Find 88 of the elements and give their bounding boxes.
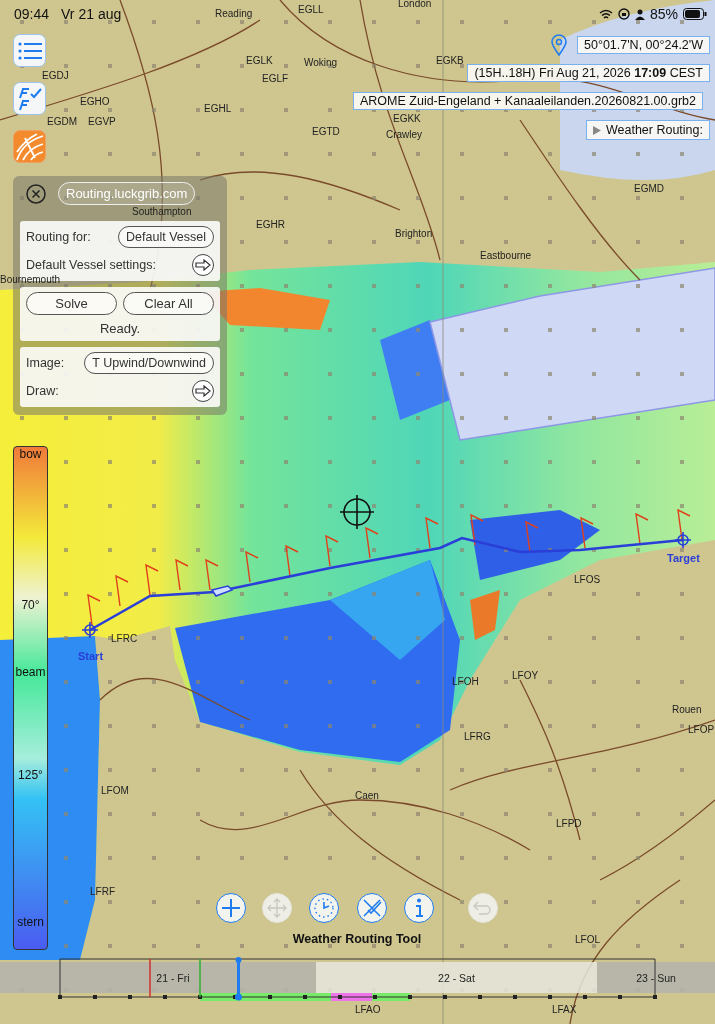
routing-status: Ready. — [98, 321, 142, 336]
disclosure-triangle-icon — [592, 125, 601, 135]
undo-icon — [473, 900, 493, 916]
place-label: Crawley — [386, 129, 423, 141]
boat-icon — [210, 585, 234, 597]
place-label: LFOM — [101, 785, 129, 797]
place-label: LFOP — [688, 724, 715, 736]
status-time: 09:44 — [14, 6, 50, 22]
wind-lines-icon — [14, 131, 45, 162]
place-label: EGLK — [246, 55, 273, 67]
arrow-right-icon — [195, 259, 211, 271]
checklist-icon — [16, 85, 43, 112]
solve-button[interactable]: Solve — [26, 292, 117, 315]
battery-percentage: 85% — [649, 6, 678, 22]
battery-icon — [683, 8, 707, 20]
close-icon — [26, 183, 46, 204]
place-label: Reading — [215, 8, 253, 20]
draw-label: Draw: — [26, 384, 59, 398]
time-cursor-handle[interactable] — [235, 957, 242, 1001]
position-readout: 50°01.7'N, 00°24.2'W — [577, 36, 710, 54]
target-marker-icon — [674, 531, 692, 549]
place-label: LFRC — [111, 633, 138, 645]
close-button[interactable] — [26, 183, 46, 204]
place-label: EGMD — [634, 183, 664, 195]
place-label: LFOY — [512, 670, 539, 682]
place-label: EGHO — [80, 96, 110, 108]
place-label: EGKK — [393, 113, 421, 125]
scale-label: bow — [19, 447, 42, 461]
info-icon — [414, 898, 424, 918]
clock-icon — [313, 897, 335, 919]
list-icon — [17, 41, 42, 60]
tool-title: Weather Routing Tool — [292, 932, 422, 946]
place-label: EGDJ — [42, 70, 69, 82]
place-label: London — [398, 0, 432, 10]
plus-icon — [222, 899, 240, 917]
cross-check-icon — [361, 897, 383, 919]
place-label: EGKB — [436, 55, 464, 67]
place-label: Caen — [355, 790, 379, 802]
place-label: Bournemouth — [0, 274, 61, 286]
crosshair-icon — [339, 494, 375, 530]
place-label: Southampton — [132, 206, 192, 218]
rotation-lock-icon — [617, 8, 630, 20]
clear-all-button[interactable]: Clear All — [123, 292, 214, 315]
place-label: LFAX — [552, 1004, 577, 1016]
time-window-readout: (15H..18H) Fri Aug 21, 2026 17:09 CEST — [467, 64, 710, 82]
status-date: Vr 21 aug — [61, 6, 122, 22]
vessel-settings-button[interactable] — [192, 254, 214, 276]
layers-check-button[interactable] — [13, 82, 46, 115]
place-label: Rouen — [672, 704, 702, 716]
start-marker-icon — [81, 621, 99, 639]
place-label: Woking — [304, 57, 338, 69]
day-label: 23 - Sun — [636, 971, 676, 984]
scale-label: stern — [17, 914, 44, 929]
person-icon — [634, 8, 645, 20]
place-label: LFAO — [355, 1004, 381, 1016]
place-label: EGTD — [312, 126, 340, 138]
place-label: EGLF — [262, 73, 289, 85]
place-label: LFOS — [574, 574, 601, 586]
routing-for-label: Routing for: — [26, 230, 91, 244]
draw-button[interactable] — [192, 380, 214, 402]
wifi-icon — [598, 8, 613, 20]
arrow-right-icon — [195, 385, 211, 397]
place-label: EGHL — [204, 103, 232, 115]
image-type-button[interactable]: T Upwind/Downwind — [84, 352, 214, 374]
routing-layer-button[interactable] — [13, 130, 46, 163]
day-label: 22 - Sat — [438, 971, 475, 984]
place-label: EGHR — [256, 219, 285, 231]
place-label: LFOL — [575, 934, 600, 946]
weather-routing-toggle[interactable]: Weather Routing: — [585, 120, 710, 140]
location-pin-icon — [550, 34, 568, 56]
list-button[interactable] — [13, 34, 46, 67]
move-arrows-icon — [267, 898, 287, 918]
scale-label: beam — [15, 665, 46, 680]
place-label: EGVP — [88, 116, 116, 128]
day-label: 21 - Fri — [156, 971, 190, 984]
place-label: EGLL — [298, 4, 324, 16]
route-marker-label: Target — [667, 552, 700, 564]
image-label: Image: — [26, 356, 65, 370]
place-label: LFRG — [464, 731, 491, 743]
vessel-button[interactable]: Default Vessel — [118, 226, 214, 248]
place-label: Eastbourne — [480, 250, 532, 262]
vessel-settings-label: Default Vessel settings: — [26, 258, 156, 272]
place-label: EGDM — [47, 116, 77, 128]
scale-label: 70° — [21, 597, 40, 612]
place-label: LFPD — [556, 818, 582, 830]
scale-label: 125° — [18, 768, 43, 783]
grib-file-name: AROME Zuid-Engeland + Kanaaleilanden.20260821.00.grb2 — [353, 92, 703, 110]
place-label: Brighton — [395, 228, 433, 240]
